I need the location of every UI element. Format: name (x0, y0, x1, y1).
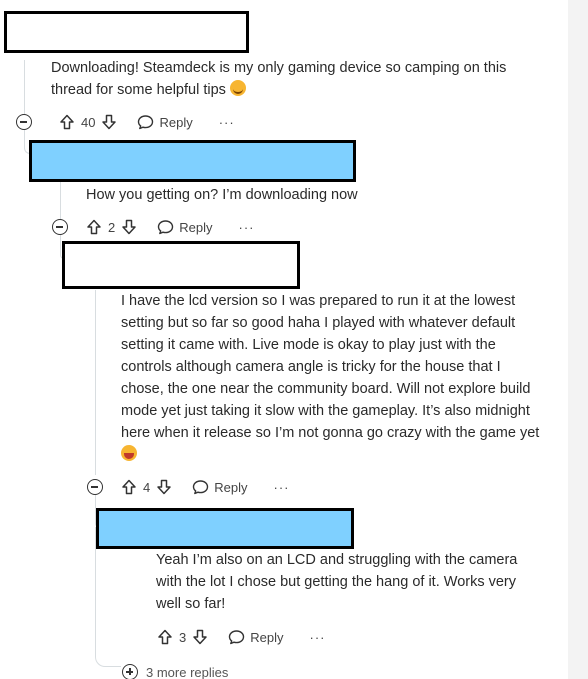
thread-line-2 (60, 180, 61, 220)
upvote-icon[interactable] (59, 114, 75, 130)
downvote-icon[interactable] (156, 479, 172, 495)
vote-count: 2 (108, 219, 116, 235)
reply-icon (137, 114, 154, 130)
reply-button[interactable]: Reply (192, 479, 247, 495)
thread-line-3 (95, 290, 96, 475)
redacted-username (62, 241, 300, 289)
upvote-icon[interactable] (86, 219, 102, 235)
scrollbar-track[interactable] (568, 0, 588, 679)
comment-body: I have the lcd version so I was prepared… (121, 290, 541, 466)
comment-actions: 2 Reply ··· (52, 217, 254, 237)
downvote-icon[interactable] (192, 629, 208, 645)
laughing-face-emoji (121, 445, 137, 461)
reply-button[interactable]: Reply (137, 114, 193, 130)
more-options-button[interactable]: ··· (238, 220, 254, 235)
reply-label: Reply (179, 219, 213, 235)
comment-actions: 4 Reply ··· (87, 477, 289, 497)
comment-text: I have the lcd version so I was prepared… (121, 293, 540, 441)
vote-count: 4 (143, 479, 151, 495)
more-replies-button[interactable]: 3 more replies (122, 663, 228, 679)
more-options-button[interactable]: ··· (309, 630, 325, 645)
redacted-username (96, 508, 354, 549)
more-options-button[interactable]: ··· (273, 480, 289, 495)
downvote-icon[interactable] (121, 219, 137, 235)
comment-text: How you getting on? I’m downloading now (86, 187, 358, 203)
comment-text: Downloading! Steamdeck is my only gaming… (51, 60, 507, 98)
reply-label: Reply (214, 479, 248, 495)
comment-actions: 3 Reply ··· (157, 627, 325, 647)
reply-label: Reply (250, 629, 284, 645)
downvote-icon[interactable] (101, 114, 117, 130)
thread-line-1 (24, 60, 25, 115)
more-replies-label: 3 more replies (146, 664, 229, 679)
reply-icon (228, 629, 245, 645)
reply-icon (157, 219, 174, 235)
smiling-face-emoji (229, 80, 246, 96)
upvote-icon[interactable] (157, 629, 173, 645)
redacted-username (29, 140, 356, 182)
more-options-button[interactable]: ··· (219, 115, 235, 130)
redacted-username (4, 11, 249, 53)
collapse-icon[interactable] (16, 114, 32, 130)
reply-button[interactable]: Reply (157, 219, 212, 235)
comment-body: Downloading! Steamdeck is my only gaming… (51, 57, 551, 101)
comment-body: How you getting on? I’m downloading now (86, 184, 556, 206)
reply-icon (192, 479, 209, 495)
comment-text: Yeah I’m also on an LCD and struggling w… (156, 552, 518, 612)
comment-actions: 40 Reply ··· (16, 112, 235, 132)
reply-button[interactable]: Reply (228, 629, 283, 645)
reply-label: Reply (159, 114, 193, 130)
upvote-icon[interactable] (121, 479, 137, 495)
vote-count: 40 (81, 114, 96, 130)
vote-count: 3 (179, 629, 187, 645)
expand-icon (122, 664, 138, 679)
collapse-icon[interactable] (52, 219, 68, 235)
collapse-icon[interactable] (87, 479, 103, 495)
comment-body: Yeah I’m also on an LCD and struggling w… (156, 549, 536, 615)
